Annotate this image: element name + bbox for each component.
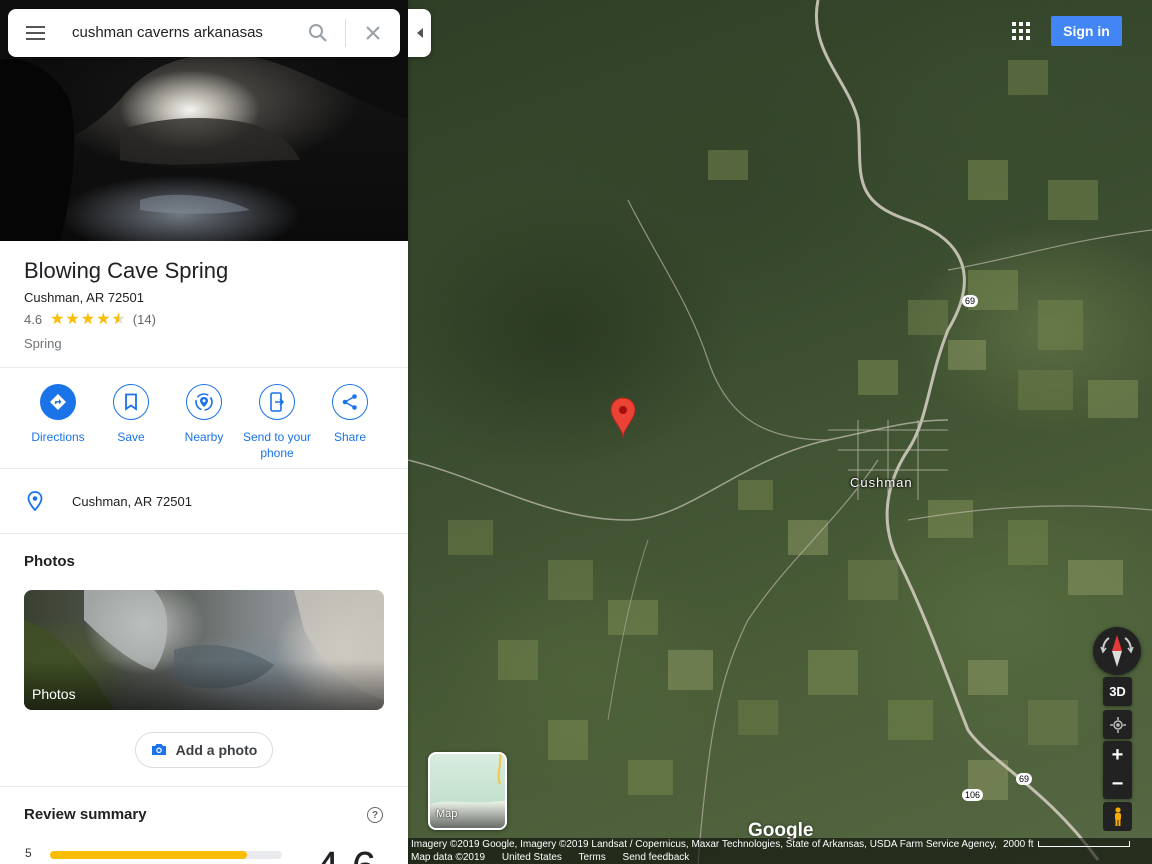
location-pin-icon[interactable] (610, 397, 636, 444)
sign-in-button[interactable]: Sign in (1051, 16, 1122, 46)
collapse-panel-button[interactable] (408, 9, 431, 57)
town-label: Cushman (850, 475, 913, 490)
star-icon: ★ (65, 310, 80, 328)
map-layer-toggle[interactable]: Map (428, 752, 507, 830)
photos-card-label: Photos (32, 686, 76, 702)
terms-link[interactable]: Terms (579, 852, 606, 863)
route-shield: 106 (962, 789, 984, 801)
compass-button[interactable] (1093, 627, 1141, 675)
action-label: Save (117, 430, 145, 444)
directions-button[interactable]: Directions (18, 384, 98, 445)
share-icon (342, 394, 357, 410)
map-data-label: Map data ©2019 (411, 852, 486, 863)
star-rating[interactable]: ★ ★ ★ ★ ★ (50, 310, 127, 328)
place-title: Blowing Cave Spring (24, 258, 229, 283)
rating-bar-row[interactable]: 5 (24, 846, 284, 860)
route-shield: 69 (1016, 773, 1033, 785)
search-box[interactable]: cushman caverns arkanasas (8, 9, 400, 57)
rating-row: 4.6 ★ ★ ★ ★ ★ (14) (24, 310, 394, 328)
search-icon[interactable] (308, 23, 328, 48)
half-star-icon: ★ (111, 311, 125, 327)
close-icon[interactable] (363, 23, 383, 48)
rating-value: 4.6 (24, 312, 43, 327)
apps-grid-icon[interactable] (1012, 22, 1030, 40)
minimap-label: Map (436, 808, 458, 820)
action-label: Directions (31, 430, 85, 444)
help-icon[interactable]: ? (367, 807, 383, 823)
address-text: Cushman, AR 72501 (72, 494, 192, 509)
place-address: Cushman, AR 72501 (24, 290, 144, 305)
send-to-phone-button[interactable]: Send to your phone (237, 384, 317, 461)
location-pin-icon (27, 491, 43, 516)
photos-heading: Photos (24, 553, 75, 570)
star-icon: ★ (50, 310, 65, 328)
address-row[interactable]: Cushman, AR 72501 (0, 484, 408, 518)
place-category[interactable]: Spring (24, 336, 394, 351)
share-button[interactable]: Share (310, 384, 390, 445)
street-view-pegman-icon[interactable] (1103, 802, 1132, 831)
scale-indicator[interactable]: 2000 ft (1003, 839, 1130, 850)
send-feedback-link[interactable]: Send feedback (623, 852, 690, 863)
add-photo-label: Add a photo (175, 742, 258, 758)
satellite-map[interactable]: 69 69 106 (408, 0, 1152, 864)
rating-bar-star-label: 5 (25, 846, 32, 860)
photos-card[interactable]: Photos (24, 590, 384, 710)
action-label: Send to your phone (242, 430, 312, 460)
review-count-link[interactable]: (14) (133, 312, 156, 327)
directions-icon (50, 394, 66, 410)
chevron-left-icon (416, 28, 423, 38)
camera-icon (151, 742, 167, 759)
attribution-bar: Imagery ©2019 Google, Imagery ©2019 Land… (408, 838, 1152, 864)
nearby-icon (195, 393, 213, 411)
3d-button[interactable]: 3D (1103, 677, 1132, 706)
action-label: Share (333, 430, 367, 444)
send-to-phone-icon (270, 392, 285, 412)
place-panel: cushman caverns arkanasas Blowing Cave S… (0, 0, 408, 864)
action-label: Nearby (184, 430, 224, 444)
zoom-in-button[interactable]: + (1103, 741, 1132, 770)
zoom-controls: + − (1103, 741, 1132, 799)
add-photo-button[interactable]: Add a photo (135, 732, 273, 768)
star-icon: ★ (80, 310, 96, 328)
scale-label: 2000 ft (1003, 839, 1034, 850)
overall-rating: 4.6 (315, 846, 376, 864)
review-summary-heading: Review summary (24, 806, 147, 823)
country-link[interactable]: United States (502, 852, 562, 863)
search-input[interactable]: cushman caverns arkanasas (72, 24, 263, 41)
rating-bar-fill (50, 851, 248, 859)
my-location-button[interactable] (1103, 710, 1132, 739)
route-shield: 69 (962, 295, 979, 307)
map-terrain (408, 0, 1152, 864)
imagery-attribution: Imagery ©2019 Google, Imagery ©2019 Land… (411, 839, 997, 850)
menu-icon[interactable] (26, 26, 45, 40)
rating-bar-track (50, 851, 282, 859)
star-icon: ★ (96, 310, 111, 328)
nearby-button[interactable]: Nearby (164, 384, 244, 445)
place-info: Blowing Cave Spring Cushman, AR 72501 4.… (24, 258, 394, 351)
compass-icon (1100, 635, 1134, 667)
my-location-icon (1109, 716, 1126, 733)
save-button[interactable]: Save (91, 384, 171, 445)
zoom-out-button[interactable]: − (1103, 770, 1132, 799)
bookmark-icon (125, 393, 137, 411)
